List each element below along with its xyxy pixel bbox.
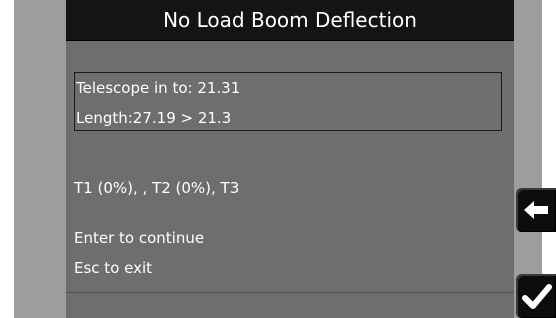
telescope-target-text: Telescope in to: 21.31 xyxy=(76,79,241,97)
right-frame-strip xyxy=(514,0,542,318)
confirm-button[interactable] xyxy=(516,274,556,318)
back-button[interactable] xyxy=(516,188,556,232)
display-screen: No Load Boom Deflection Telescope in to:… xyxy=(66,0,514,318)
checkmark-icon xyxy=(522,284,552,309)
left-frame-strip xyxy=(14,0,66,292)
exit-instruction: Esc to exit xyxy=(74,259,153,277)
left-bezel xyxy=(0,0,14,318)
boom-length-text: Length:27.19 > 21.3 xyxy=(76,109,232,127)
left-arrow-icon xyxy=(524,201,548,219)
status-divider xyxy=(66,292,514,293)
page-title: No Load Boom Deflection xyxy=(66,0,514,41)
continue-instruction: Enter to continue xyxy=(74,229,205,247)
right-bezel xyxy=(542,0,556,318)
telescope-section-status: T1 (0%), , T2 (0%), T3 xyxy=(74,179,240,197)
